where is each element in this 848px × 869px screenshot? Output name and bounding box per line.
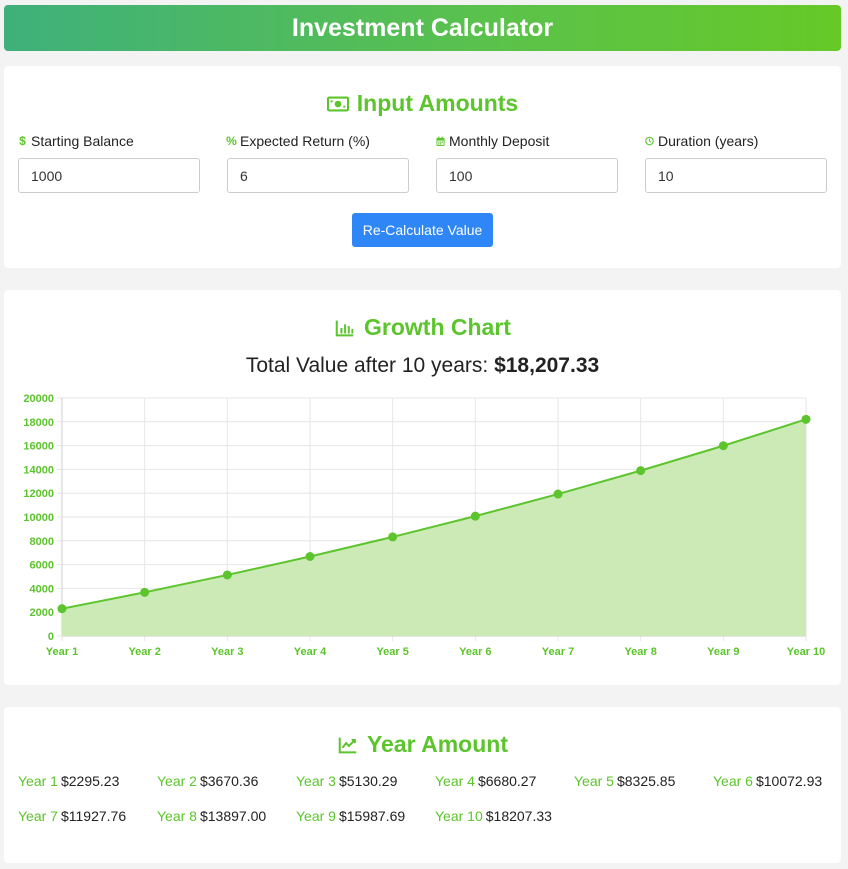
- y-tick-label: 20000: [23, 393, 54, 405]
- y-tick-label: 0: [48, 631, 54, 643]
- data-point: [801, 414, 811, 424]
- year-amount-item: Year 10 $18207.33: [435, 808, 552, 824]
- duration-field: Duration (years): [645, 132, 827, 193]
- year-amount-value: $11927.76: [60, 808, 127, 824]
- year-amount-value: $18207.33: [485, 808, 552, 824]
- year-amount-item: Year 9 $15987.69: [296, 808, 405, 824]
- growth-chart: 0 2000 4000 6000 8000 10000 12000 14000 16000 180…: [23, 393, 826, 658]
- percent-icon: %: [226, 134, 237, 148]
- data-point: [57, 604, 67, 614]
- year-label: Year 6: [713, 773, 753, 789]
- year-amount-item: Year 8 $13897.00: [157, 808, 266, 824]
- app-header: Investment Calculator: [4, 5, 841, 51]
- app-title: Investment Calculator: [291, 13, 554, 42]
- y-tick-label: 6000: [30, 560, 54, 572]
- y-tick-label: 16000: [23, 441, 54, 453]
- year-label: Year 8: [157, 808, 197, 824]
- expected-return-field: % Expected Return (%): [226, 132, 409, 193]
- data-point: [553, 489, 563, 499]
- y-tick-label: 12000: [23, 488, 54, 500]
- year-amount-value: $2295.23: [60, 773, 120, 789]
- year-amount-value: $15987.69: [338, 808, 406, 824]
- year-amount-value: $3670.36: [199, 773, 259, 789]
- monthly-deposit-field: Monthly Deposit: [436, 132, 618, 193]
- y-tick-label: 2000: [30, 607, 54, 619]
- x-tick-label: Year 5: [376, 646, 408, 658]
- data-point: [470, 511, 480, 521]
- y-tick-label: 8000: [30, 536, 54, 548]
- x-tick-label: Year 2: [128, 646, 160, 658]
- y-tick-label: 10000: [23, 512, 54, 524]
- expected-return-input[interactable]: [227, 158, 409, 193]
- money-bill-icon: [326, 95, 349, 112]
- year-label: Year 7: [18, 808, 58, 824]
- x-tick-label: Year 6: [459, 646, 491, 658]
- total-value-amount: $18,207.33: [494, 354, 600, 377]
- series-area: [62, 419, 806, 636]
- duration-label: Duration (years): [658, 133, 759, 149]
- input-section-title: Input Amounts: [4, 90, 841, 117]
- year-label: Year 9: [296, 808, 336, 824]
- x-tick-label: Year 4: [294, 646, 327, 658]
- x-tick-label: Year 7: [542, 646, 574, 658]
- year-amount-item: Year 5 $8325.85: [574, 773, 675, 789]
- year-amount-value: $6680.27: [477, 773, 537, 789]
- input-section-title-text: Input Amounts: [356, 90, 519, 116]
- data-point: [305, 552, 315, 562]
- duration-input[interactable]: [645, 158, 827, 193]
- data-point: [636, 466, 646, 476]
- year-amount-item: Year 2 $3670.36: [157, 773, 258, 789]
- year-label: Year 1: [18, 773, 58, 789]
- bar-chart-icon: [335, 320, 354, 336]
- line-chart-icon: [338, 737, 357, 753]
- x-tick-label: Year 1: [46, 646, 78, 658]
- x-tick-label: Year 8: [624, 646, 656, 658]
- dollar-icon: $: [19, 134, 26, 148]
- clock-icon: [645, 136, 654, 146]
- year-amount-value: $8325.85: [616, 773, 676, 789]
- data-point: [388, 532, 398, 542]
- calendar-icon: [436, 136, 445, 146]
- input-card: Input Amounts $ Starting Balance % Expec…: [4, 66, 841, 268]
- data-point: [222, 570, 232, 580]
- starting-balance-label: Starting Balance: [31, 133, 134, 149]
- year-amount-value: $5130.29: [338, 773, 398, 789]
- year-amount-item: Year 6 $10072.93: [713, 773, 822, 789]
- year-section-title-text: Year Amount: [366, 731, 508, 757]
- data-point: [140, 587, 150, 597]
- chart-section-title: Growth Chart: [4, 314, 841, 341]
- year-amount-item: Year 4 $6680.27: [435, 773, 536, 789]
- y-tick-label: 18000: [23, 417, 54, 429]
- year-label: Year 3: [296, 773, 336, 789]
- year-label: Year 2: [157, 773, 197, 789]
- monthly-deposit-label: Monthly Deposit: [449, 133, 550, 149]
- year-label: Year 4: [435, 773, 475, 789]
- x-tick-label: Year 3: [211, 646, 243, 658]
- data-point: [718, 441, 728, 451]
- y-tick-label: 4000: [30, 583, 54, 595]
- x-tick-label: Year 10: [787, 646, 826, 658]
- year-amount-value: $13897.00: [199, 808, 267, 824]
- total-value-line: Total Value after 10 years: $18,207.33: [4, 354, 841, 378]
- year-amount-value: $10072.93: [755, 773, 823, 789]
- year-label: Year 5: [574, 773, 614, 789]
- monthly-deposit-input[interactable]: [436, 158, 618, 193]
- year-amount-item: Year 3 $5130.29: [296, 773, 397, 789]
- y-tick-label: 14000: [23, 464, 54, 476]
- chart-card: Growth Chart Total Value after 10 years:…: [4, 290, 841, 685]
- starting-balance-input[interactable]: [18, 158, 200, 193]
- year-amount-item: Year 1 $2295.23: [18, 773, 119, 789]
- recalculate-button[interactable]: Re-Calculate Value: [352, 213, 493, 247]
- starting-balance-field: $ Starting Balance: [18, 132, 200, 193]
- year-amount-item: Year 7 $11927.76: [18, 808, 126, 824]
- expected-return-label: Expected Return (%): [240, 133, 370, 149]
- chart-section-title-text: Growth Chart: [364, 314, 511, 340]
- year-label: Year 10: [435, 808, 483, 824]
- x-tick-label: Year 9: [707, 646, 739, 658]
- year-amount-card: Year Amount Year 1 $2295.23 Year 2 $3670.36…: [4, 707, 841, 863]
- year-section-title: Year Amount: [4, 731, 841, 758]
- total-value-prefix: Total Value after 10 years:: [245, 354, 489, 377]
